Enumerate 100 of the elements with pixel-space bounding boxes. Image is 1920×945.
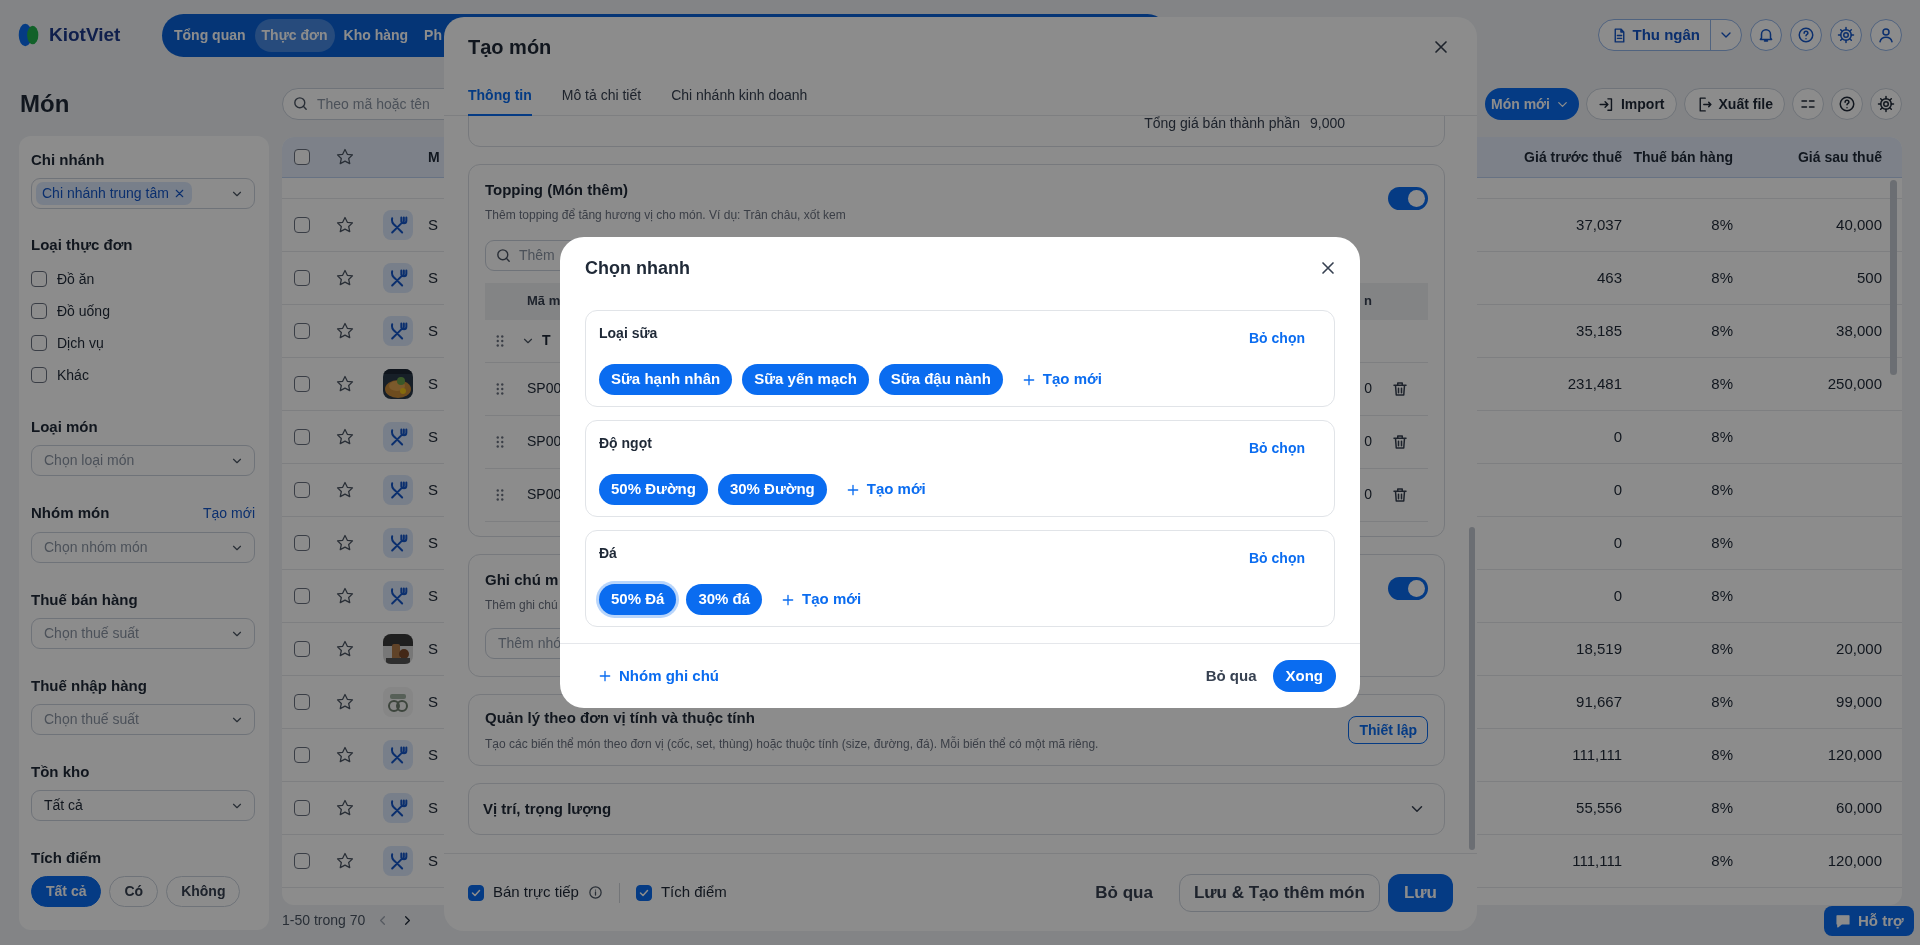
table-cell: SP00: [527, 486, 562, 502]
star-icon[interactable]: [335, 480, 355, 500]
checkbox[interactable]: [294, 800, 310, 816]
dropdown[interactable]: Tất cả: [31, 790, 255, 821]
checkbox[interactable]: [31, 367, 47, 383]
checkbox[interactable]: [294, 217, 310, 233]
star-icon[interactable]: [335, 147, 355, 167]
checkbox[interactable]: [294, 747, 310, 763]
scrollbar[interactable]: [1890, 180, 1897, 375]
star-icon[interactable]: [335, 268, 355, 288]
star-icon[interactable]: [335, 427, 355, 447]
star-icon[interactable]: [335, 798, 355, 818]
dropdown[interactable]: Chọn thuế suất: [31, 618, 255, 649]
checkbox[interactable]: [294, 270, 310, 286]
checkbox[interactable]: [294, 376, 310, 392]
add-option-link[interactable]: Tạo mới: [844, 478, 926, 501]
add-option-link[interactable]: Tạo mới: [1020, 368, 1102, 391]
star-icon[interactable]: [335, 321, 355, 341]
dropdown[interactable]: Chọn loại món: [31, 445, 255, 476]
star-icon[interactable]: [335, 215, 355, 235]
option-chip[interactable]: 30% đá: [686, 584, 763, 615]
add-option-link[interactable]: Tạo mới: [780, 588, 862, 611]
add-group-link[interactable]: Nhóm ghi chú: [597, 664, 719, 688]
done-button[interactable]: Xong: [1272, 660, 1336, 692]
clear-link[interactable]: Bỏ chọn: [1249, 548, 1305, 568]
table-cell-text: 8%: [1711, 797, 1733, 818]
toggle-switch[interactable]: [1388, 577, 1428, 600]
save-button[interactable]: Lưu: [1387, 873, 1453, 912]
table-cell-text: 8%: [1711, 214, 1733, 235]
checkbox[interactable]: [294, 535, 310, 551]
table-cell-text: 8%: [1711, 691, 1733, 712]
cashier-button[interactable]: Thu ngân: [1597, 19, 1742, 51]
checkbox[interactable]: [294, 588, 310, 604]
list-view-button[interactable]: [1792, 88, 1824, 120]
option-chip[interactable]: Sữa hạnh nhân: [599, 364, 733, 395]
tab[interactable]: Thông tin: [468, 77, 532, 116]
dropdown[interactable]: Chọn nhóm món: [31, 532, 255, 563]
checkbox[interactable]: [468, 884, 484, 901]
table-cell: SP00: [527, 433, 562, 449]
checkbox[interactable]: [635, 884, 652, 901]
help-button[interactable]: [1831, 88, 1863, 120]
clear-link[interactable]: Bỏ chọn: [1249, 438, 1305, 458]
trash-icon[interactable]: [1391, 485, 1409, 504]
user-button[interactable]: [1870, 19, 1902, 51]
star-icon[interactable]: [335, 374, 355, 394]
save-and-new-button[interactable]: Lưu & Tạo thêm món: [1178, 873, 1380, 912]
star-icon[interactable]: [335, 533, 355, 553]
star-icon[interactable]: [335, 586, 355, 606]
option-chip[interactable]: 50% Đá: [599, 584, 677, 615]
option-chip[interactable]: 50% Đường: [599, 474, 708, 505]
table-cell-text: 0: [1613, 532, 1622, 553]
filter-pill[interactable]: Có: [109, 876, 159, 907]
option-chip[interactable]: Sữa đậu nành: [878, 364, 1003, 395]
star-icon[interactable]: [335, 639, 355, 659]
star-icon[interactable]: [335, 851, 355, 871]
scrollbar[interactable]: [1469, 527, 1475, 850]
dropdown[interactable]: Chi nhánh trung tâm: [31, 178, 255, 209]
trash-icon[interactable]: [1391, 432, 1409, 451]
checkbox[interactable]: [294, 482, 310, 498]
checkbox[interactable]: [294, 429, 310, 445]
trash-icon[interactable]: [1391, 379, 1409, 398]
checkbox[interactable]: [31, 335, 47, 351]
support-button[interactable]: Hỗ trợ: [1824, 906, 1914, 936]
import-button[interactable]: Import: [1585, 88, 1677, 120]
table-cell-text: 120,000: [1827, 744, 1882, 765]
new-item-button[interactable]: Món mới: [1485, 88, 1579, 120]
help-button[interactable]: [1790, 19, 1822, 51]
checkbox[interactable]: [294, 853, 310, 869]
checkbox[interactable]: [294, 694, 310, 710]
bell-button[interactable]: [1750, 19, 1782, 51]
export-button[interactable]: Xuất file: [1683, 88, 1785, 120]
pagination-text: 1-50 trong 70: [282, 910, 366, 930]
tab[interactable]: Mô tả chi tiết: [561, 77, 642, 116]
toggle-switch[interactable]: [1388, 187, 1428, 210]
table-cell: S: [428, 321, 438, 339]
dropdown[interactable]: Chọn thuế suất: [31, 704, 255, 735]
table-cell-text: 463: [1596, 267, 1622, 288]
checkbox[interactable]: [31, 271, 47, 287]
clear-link[interactable]: Bỏ chọn: [1249, 328, 1305, 348]
checkbox[interactable]: [294, 641, 310, 657]
nav-tab[interactable]: Kho hàng: [336, 18, 416, 52]
checkbox[interactable]: [294, 149, 310, 165]
plus-icon: [597, 668, 613, 684]
nav-tab[interactable]: Tổng quan: [167, 18, 253, 52]
option-chip[interactable]: Sữa yến mạch: [742, 364, 869, 395]
tab[interactable]: Chi nhánh kinh doanh: [671, 77, 808, 116]
cancel-button[interactable]: Bỏ qua: [1081, 873, 1167, 912]
option-chip[interactable]: 30% Đường: [717, 474, 827, 505]
star-icon[interactable]: [335, 692, 355, 712]
filter-pill[interactable]: Tất cả: [31, 876, 102, 907]
checkbox[interactable]: [294, 323, 310, 339]
checkbox[interactable]: [31, 303, 47, 319]
setup-button[interactable]: Thiết lập: [1348, 716, 1428, 744]
settings-button[interactable]: [1870, 88, 1902, 120]
settings-button[interactable]: [1830, 19, 1862, 51]
cancel-button[interactable]: Bỏ qua: [1199, 660, 1263, 692]
star-icon[interactable]: [335, 745, 355, 765]
create-link[interactable]: Tạo mới: [203, 503, 255, 524]
filter-pill[interactable]: Không: [166, 876, 241, 907]
accordion[interactable]: Vị trí, trọng lượng: [468, 783, 1445, 835]
